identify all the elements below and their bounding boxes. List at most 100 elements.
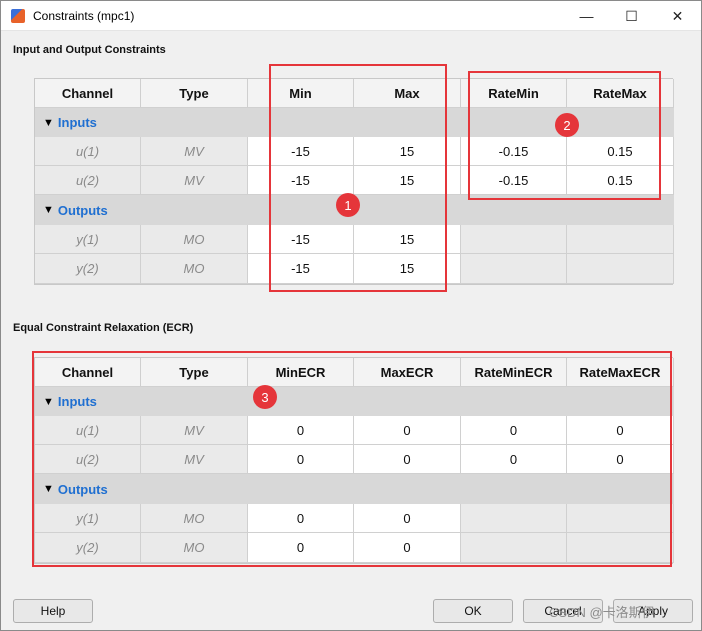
ratemin-cell[interactable]: -0.15 [461, 166, 567, 195]
window-title: Constraints (mpc1) [33, 9, 135, 23]
type-cell: MV [141, 445, 248, 474]
channel-cell: y(1) [35, 225, 141, 254]
ecr-outputs-group-row[interactable]: ▼ Outputs [35, 474, 674, 504]
ratemax-cell[interactable]: 0.15 [567, 166, 674, 195]
table-row: y(1) MO -15 15 [35, 225, 674, 254]
ok-button[interactable]: OK [433, 599, 513, 623]
table-row: u(2) MV -15 15 -0.15 0.15 [35, 166, 674, 195]
col-header-ratemax: RateMax [567, 79, 674, 108]
empty-cell [461, 533, 567, 563]
annotation-badge-2: 2 [555, 113, 579, 137]
table-row: y(1) MO 0 0 [35, 504, 674, 533]
table-row: u(1) MV -15 15 -0.15 0.15 [35, 137, 674, 166]
minecr-cell[interactable]: 0 [248, 445, 354, 474]
constraints-dialog: Constraints (mpc1) — ☐ ✕ Input and Outpu… [0, 0, 702, 631]
annotation-badge-3: 3 [253, 385, 277, 409]
ratemin-cell[interactable]: -0.15 [461, 137, 567, 166]
empty-cell [461, 225, 567, 254]
type-cell: MV [141, 137, 248, 166]
col-header-minecr: MinECR [248, 358, 354, 387]
maxecr-cell[interactable]: 0 [354, 416, 461, 445]
channel-cell: u(1) [35, 416, 141, 445]
col-header-channel: Channel [35, 79, 141, 108]
type-cell: MO [141, 504, 248, 533]
ecr-header-row: Channel Type MinECR MaxECR RateMinECR Ra… [35, 358, 674, 387]
ecr-section-title: Equal Constraint Relaxation (ECR) [13, 322, 194, 334]
collapse-triangle-icon: ▼ [43, 204, 54, 216]
matlab-icon [11, 9, 25, 23]
inputs-group-label: Inputs [57, 394, 97, 409]
rateminecr-cell[interactable]: 0 [461, 445, 567, 474]
csdn-watermark: CSDN @卡洛斯伊 [549, 605, 655, 620]
maxecr-cell[interactable]: 0 [354, 504, 461, 533]
inputs-group-label: Inputs [57, 115, 97, 130]
inputs-group-toggle[interactable]: ▼ Inputs [43, 387, 97, 416]
col-header-maxecr: MaxECR [354, 358, 461, 387]
close-button[interactable]: ✕ [655, 1, 700, 31]
ratemax-cell[interactable]: 0.15 [567, 137, 674, 166]
empty-cell [567, 254, 674, 284]
empty-cell [567, 533, 674, 563]
type-cell: MO [141, 225, 248, 254]
inputs-group-toggle[interactable]: ▼ Inputs [43, 108, 97, 137]
channel-cell: u(2) [35, 166, 141, 195]
maxecr-cell[interactable]: 0 [354, 445, 461, 474]
collapse-triangle-icon: ▼ [43, 395, 54, 408]
io-header-row: Channel Type Min Max RateMin RateMax [35, 79, 674, 108]
type-cell: MV [141, 416, 248, 445]
col-header-min: Min [248, 79, 354, 108]
minimize-button[interactable]: — [564, 1, 609, 31]
channel-cell: y(1) [35, 504, 141, 533]
min-cell[interactable]: -15 [248, 225, 354, 254]
col-header-rateminecr: RateMinECR [461, 358, 567, 387]
col-header-ratemin: RateMin [461, 79, 567, 108]
col-header-type: Type [141, 79, 248, 108]
outputs-group-toggle[interactable]: ▼ Outputs [43, 195, 108, 225]
channel-cell: y(2) [35, 533, 141, 563]
max-cell[interactable]: 15 [354, 225, 461, 254]
min-cell[interactable]: -15 [248, 137, 354, 166]
channel-cell: y(2) [35, 254, 141, 284]
help-button[interactable]: Help [13, 599, 93, 623]
maxecr-cell[interactable]: 0 [354, 533, 461, 563]
max-cell[interactable]: 15 [354, 254, 461, 284]
type-cell: MV [141, 166, 248, 195]
collapse-triangle-icon: ▼ [43, 483, 54, 495]
col-header-max: Max [354, 79, 461, 108]
outputs-group-label: Outputs [57, 202, 108, 218]
io-section-title: Input and Output Constraints [13, 44, 166, 56]
rateminecr-cell[interactable]: 0 [461, 416, 567, 445]
min-cell[interactable]: -15 [248, 254, 354, 284]
col-header-ratemaxecr: RateMaxECR [567, 358, 674, 387]
empty-cell [567, 504, 674, 533]
table-row: y(2) MO -15 15 [35, 254, 674, 284]
minecr-cell[interactable]: 0 [248, 504, 354, 533]
title-bar: Constraints (mpc1) — ☐ ✕ [1, 1, 701, 31]
type-cell: MO [141, 533, 248, 563]
ecr-table: Channel Type MinECR MaxECR RateMinECR Ra… [34, 357, 674, 564]
table-row: y(2) MO 0 0 [35, 533, 674, 563]
annotation-badge-1: 1 [336, 193, 360, 217]
ratemaxecr-cell[interactable]: 0 [567, 445, 674, 474]
minecr-cell[interactable]: 0 [248, 416, 354, 445]
collapse-triangle-icon: ▼ [43, 116, 54, 129]
table-row: u(1) MV 0 0 0 0 [35, 416, 674, 445]
min-cell[interactable]: -15 [248, 166, 354, 195]
channel-cell: u(1) [35, 137, 141, 166]
type-cell: MO [141, 254, 248, 284]
maximize-button[interactable]: ☐ [609, 1, 654, 31]
outputs-group-label: Outputs [57, 481, 108, 497]
max-cell[interactable]: 15 [354, 137, 461, 166]
channel-cell: u(2) [35, 445, 141, 474]
ecr-inputs-group-row[interactable]: ▼ Inputs [35, 387, 674, 416]
empty-cell [461, 254, 567, 284]
table-row: u(2) MV 0 0 0 0 [35, 445, 674, 474]
minecr-cell[interactable]: 0 [248, 533, 354, 563]
empty-cell [567, 225, 674, 254]
max-cell[interactable]: 15 [354, 166, 461, 195]
col-header-channel: Channel [35, 358, 141, 387]
outputs-group-toggle[interactable]: ▼ Outputs [43, 474, 108, 504]
col-header-type: Type [141, 358, 248, 387]
io-constraints-table: Channel Type Min Max RateMin RateMax ▼ In… [34, 78, 674, 285]
ratemaxecr-cell[interactable]: 0 [567, 416, 674, 445]
